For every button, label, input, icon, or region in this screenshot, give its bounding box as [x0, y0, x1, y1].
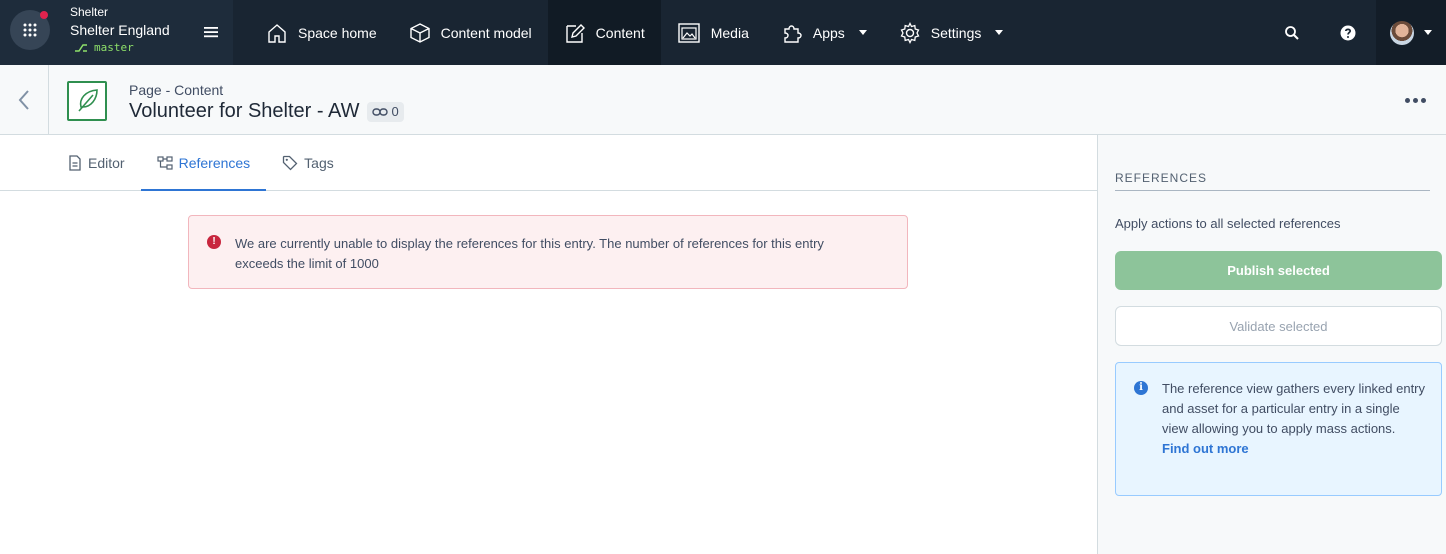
- entry-tabs: Editor References Tags: [0, 135, 1097, 191]
- nav-content-model[interactable]: Content model: [393, 0, 548, 65]
- entry-type-icon: [67, 81, 107, 121]
- info-text: The reference view gathers every linked …: [1162, 381, 1426, 436]
- tag-icon: [283, 155, 298, 170]
- error-icon: !: [207, 235, 221, 249]
- error-message-line: exceeds the limit of 1000: [235, 256, 379, 271]
- chevron-down-icon: [1424, 30, 1432, 35]
- nav-media[interactable]: Media: [661, 0, 765, 65]
- error-message-line: We are currently unable to display the r…: [235, 236, 824, 251]
- tab-label: Editor: [88, 154, 125, 171]
- notification-dot: [40, 11, 48, 19]
- media-icon: [678, 22, 700, 43]
- references-error-note: ! We are currently unable to display the…: [188, 215, 908, 289]
- gear-icon: [900, 21, 920, 44]
- content-icon: [565, 23, 585, 43]
- nav-label: Content model: [440, 24, 532, 41]
- space-switcher[interactable]: Shelter Shelter England master: [0, 0, 233, 65]
- top-tools: [1264, 0, 1446, 65]
- environment-label: master: [74, 41, 134, 54]
- search-button[interactable]: [1264, 0, 1320, 65]
- chevron-down-icon: [858, 30, 867, 35]
- back-button[interactable]: [0, 65, 49, 134]
- tab-tags[interactable]: Tags: [266, 135, 350, 190]
- sidebar-description: Apply actions to all selected references: [1115, 216, 1341, 231]
- hamburger-menu-icon[interactable]: [203, 23, 219, 41]
- nav-settings[interactable]: Settings: [883, 0, 1020, 65]
- top-navigation-bar: Shelter Shelter England master Space hom…: [0, 0, 1446, 65]
- references-sidebar: REFERENCES Apply actions to all selected…: [1097, 135, 1446, 554]
- find-out-more-link[interactable]: Find out more: [1162, 439, 1427, 459]
- home-icon: [268, 23, 286, 43]
- nav-label: Settings: [930, 24, 982, 41]
- chevron-down-icon: [995, 30, 1004, 35]
- space-name: Shelter England: [70, 22, 170, 38]
- more-dot-icon: [1420, 97, 1426, 103]
- info-icon: i: [1134, 381, 1148, 395]
- entry-title-row: Volunteer for Shelter - AW 0: [129, 100, 404, 123]
- reference-info-note: i The reference view gathers every linke…: [1115, 362, 1442, 496]
- org-name: Shelter: [70, 5, 109, 19]
- entry-header: Page - Content Volunteer for Shelter - A…: [0, 65, 1446, 135]
- tab-label: Tags: [304, 154, 334, 171]
- nav-label: Apps: [812, 24, 845, 41]
- chevron-left-icon: [18, 89, 29, 110]
- nav-apps[interactable]: Apps: [765, 0, 883, 65]
- incoming-links-count: 0: [391, 104, 399, 119]
- tab-editor[interactable]: Editor: [52, 135, 141, 190]
- publish-selected-button[interactable]: Publish selected: [1115, 251, 1442, 290]
- environment-name: master: [94, 41, 134, 54]
- avatar: [1390, 20, 1414, 45]
- main-nav: Space home Content model Content Media A…: [233, 0, 1019, 65]
- nav-label: Space home: [298, 24, 377, 41]
- validate-selected-button[interactable]: Validate selected: [1115, 306, 1442, 346]
- search-icon: [1285, 25, 1299, 40]
- account-menu[interactable]: [1376, 0, 1446, 65]
- grid-dots-icon: [23, 23, 37, 37]
- nav-content[interactable]: Content: [547, 0, 661, 65]
- apps-puzzle-icon: [784, 24, 802, 43]
- references-icon: [156, 155, 173, 170]
- more-dot-icon: [1404, 97, 1410, 103]
- incoming-links-badge[interactable]: 0: [367, 101, 404, 122]
- sidebar-heading: REFERENCES: [1115, 171, 1430, 191]
- branch-icon: [75, 43, 87, 52]
- help-icon: [1340, 25, 1356, 40]
- link-icon: [372, 107, 389, 116]
- tab-label: References: [178, 154, 251, 171]
- more-dot-icon: [1412, 97, 1418, 103]
- feather-icon: [78, 89, 98, 112]
- help-button[interactable]: [1320, 0, 1376, 65]
- content-model-icon: [409, 22, 430, 43]
- entry-content-type: Page - Content: [129, 82, 224, 98]
- entry-title: Volunteer for Shelter - AW: [129, 100, 360, 122]
- tab-references[interactable]: References: [140, 135, 267, 191]
- more-actions-button[interactable]: [1402, 89, 1428, 111]
- nav-space-home[interactable]: Space home: [250, 0, 393, 65]
- app-launcher-button[interactable]: [10, 10, 50, 50]
- nav-label: Media: [710, 24, 749, 41]
- nav-label: Content: [595, 24, 645, 41]
- document-icon: [69, 154, 81, 171]
